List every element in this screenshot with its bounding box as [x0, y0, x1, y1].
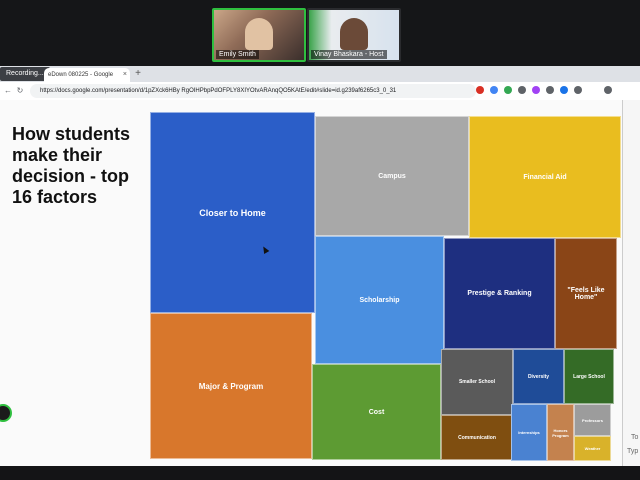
- treemap-label: Diversity: [527, 373, 550, 380]
- treemap-cell: "Feels Like Home": [555, 238, 617, 349]
- treemap-label: Closer to Home: [199, 207, 266, 218]
- reload-icon[interactable]: ↻: [15, 85, 25, 97]
- treemap-cell: Honors Program: [547, 404, 574, 461]
- back-icon[interactable]: ←: [3, 85, 13, 97]
- treemap-label: Smaller School: [458, 379, 496, 385]
- side-panel-label-1: To: [631, 434, 639, 441]
- treemap-label: Large School: [573, 373, 605, 380]
- tab-bar: Recording... eDown 080225 - Google × +: [0, 66, 640, 82]
- treemap-cell: Internships: [511, 404, 547, 461]
- treemap-cell: Professors: [574, 404, 611, 436]
- treemap-label: Financial Aid: [523, 173, 567, 181]
- treemap-label: Campus: [378, 172, 406, 180]
- treemap-cell: Weather: [574, 436, 611, 461]
- participant-name-2: Vinay Bhaskara - Host: [311, 50, 387, 59]
- treemap-cell: Cost: [312, 364, 441, 460]
- screen-bezel: [0, 466, 640, 480]
- treemap-label: "Feels Like Home": [567, 286, 605, 301]
- treemap-label: Cost: [368, 408, 385, 416]
- treemap-cell: Diversity: [513, 349, 564, 404]
- treemap-label: Weather: [584, 446, 601, 451]
- tab-slides[interactable]: eDown 080225 - Google ×: [44, 68, 130, 82]
- extension-icon[interactable]: [490, 86, 498, 94]
- treemap-cell: Major & Program: [150, 313, 312, 459]
- extension-icon[interactable]: [560, 86, 568, 94]
- browser-toolbar: ← ↻ https://docs.google.com/presentation…: [0, 82, 640, 100]
- extension-icon[interactable]: [518, 86, 526, 94]
- zoom-participant-strip: Emily Smith Vinay Bhaskara - Host: [0, 0, 640, 66]
- treemap-label: Prestige & Ranking: [467, 290, 532, 297]
- profile-icon[interactable]: [604, 86, 612, 94]
- treemap-cell: Communication: [441, 415, 513, 460]
- recording-indicator: Recording...: [0, 67, 50, 81]
- extension-icon[interactable]: [504, 86, 512, 94]
- treemap-label: Honors Program: [552, 427, 569, 438]
- treemap-cell: Prestige & Ranking: [444, 238, 555, 349]
- treemap-label: Scholarship: [359, 296, 400, 304]
- screen: Emily Smith Vinay Bhaskara - Host Record…: [0, 0, 640, 480]
- browser-chrome: Recording... eDown 080225 - Google × + ←…: [0, 66, 640, 100]
- close-icon[interactable]: ×: [123, 68, 127, 82]
- treemap-label: Professors: [582, 417, 603, 423]
- treemap-cell: Large School: [564, 349, 614, 404]
- extensions-puzzle-icon[interactable]: [574, 86, 582, 94]
- slide-title: How students make their decision - top 1…: [12, 124, 131, 207]
- treemap-cell: Closer to Home: [150, 112, 315, 313]
- participant-tile-2[interactable]: Vinay Bhaskara - Host: [307, 8, 401, 62]
- extension-icon[interactable]: [532, 86, 540, 94]
- participant-tile-1[interactable]: Emily Smith: [212, 8, 306, 62]
- treemap-cell: Smaller School: [441, 349, 513, 415]
- treemap-cell: Campus: [315, 116, 469, 236]
- participant-video-2: [340, 18, 368, 50]
- treemap-label: Internships: [518, 430, 540, 435]
- side-panel-label-2: Typ: [627, 448, 639, 455]
- extension-icon[interactable]: [476, 86, 484, 94]
- side-panel: To Typ: [622, 100, 640, 466]
- extension-icon[interactable]: [546, 86, 554, 94]
- new-tab-button[interactable]: +: [132, 67, 144, 80]
- address-bar[interactable]: https://docs.google.com/presentation/d/1…: [30, 84, 476, 98]
- treemap-label: Major & Program: [198, 381, 264, 391]
- treemap-cell: Financial Aid: [469, 116, 621, 238]
- treemap-cell: Scholarship: [315, 236, 444, 364]
- participant-name-1: Emily Smith: [216, 50, 259, 59]
- treemap-label: Communication: [458, 434, 496, 441]
- participant-video-1: [245, 18, 273, 50]
- tab-title: eDown 080225 - Google: [48, 72, 114, 78]
